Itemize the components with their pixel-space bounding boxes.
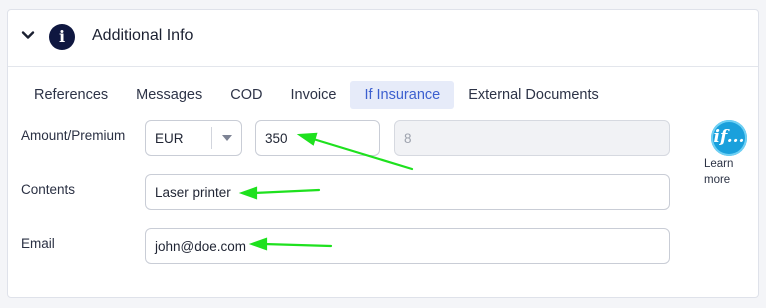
learn-more-line-1: Learn: [704, 158, 734, 170]
learn-more-link[interactable]: Learn more: [704, 156, 754, 188]
tab-bar: References Messages COD Invoice If Insur…: [20, 81, 613, 109]
panel-title: Additional Info: [92, 27, 194, 44]
tab-messages[interactable]: Messages: [122, 81, 216, 109]
tab-invoice[interactable]: Invoice: [276, 81, 350, 109]
panel-header[interactable]: i Additional Info: [8, 10, 758, 67]
currency-select[interactable]: EUR: [145, 120, 242, 156]
amount-input[interactable]: 350: [255, 120, 380, 156]
tab-cod[interactable]: COD: [216, 81, 276, 109]
additional-info-panel: i Additional Info References Messages CO…: [7, 9, 759, 298]
currency-value: EUR: [155, 130, 184, 146]
email-label: Email: [21, 236, 55, 251]
premium-field: 8: [394, 120, 670, 156]
amount-premium-label: Amount/Premium: [21, 128, 126, 143]
if-insurance-logo[interactable]: if...: [711, 120, 747, 156]
tab-if-insurance[interactable]: If Insurance: [350, 81, 455, 109]
email-input[interactable]: john@doe.com: [145, 228, 670, 264]
contents-label: Contents: [21, 182, 76, 197]
tab-references[interactable]: References: [20, 81, 122, 109]
caret-down-icon: [222, 135, 232, 141]
chevron-down-icon[interactable]: [20, 27, 36, 43]
tab-external-documents[interactable]: External Documents: [454, 81, 613, 109]
select-separator: [211, 127, 212, 149]
contents-input[interactable]: Laser printer: [145, 174, 670, 210]
learn-more-line-2: more: [704, 174, 731, 186]
info-icon: i: [49, 24, 75, 50]
